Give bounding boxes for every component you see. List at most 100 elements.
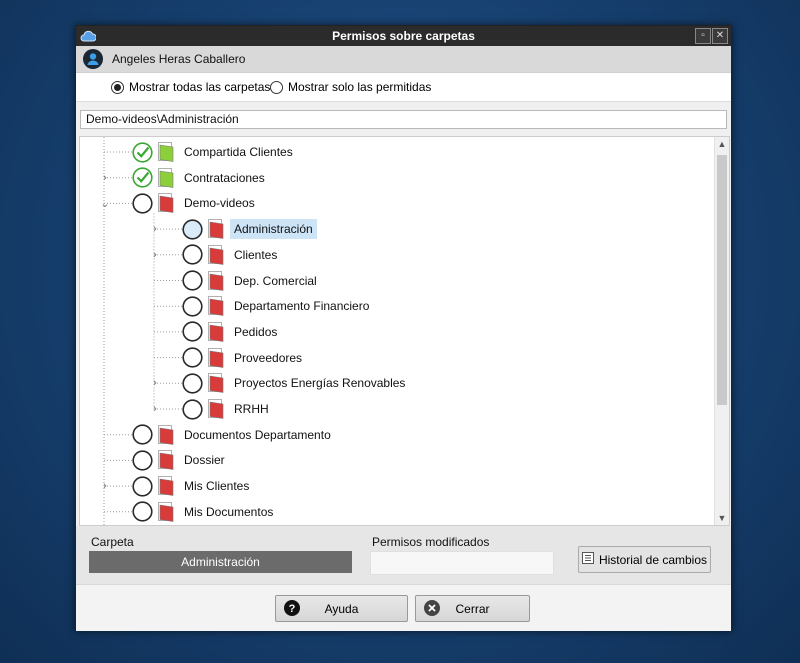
chevron-right-icon[interactable]: › [150, 403, 160, 415]
checked-circle-icon[interactable] [132, 141, 153, 163]
tree-item-label: Clientes [234, 247, 278, 262]
unchecked-circle-icon[interactable] [132, 475, 153, 497]
tree-item[interactable]: Pedidos [182, 320, 281, 344]
svg-text:?: ? [289, 603, 296, 615]
history-button-label: Historial de cambios [598, 552, 708, 567]
tree-item-label: RRHH [234, 402, 269, 416]
folder-icon [158, 193, 174, 214]
history-button[interactable]: Historial de cambios [578, 546, 711, 573]
radio-button[interactable] [270, 80, 283, 94]
radio-show-all[interactable]: Mostrar todas las carpetas [111, 80, 270, 94]
cancel-button[interactable]: Cerrar [415, 595, 530, 622]
tree-item[interactable]: Dep. Comercial [182, 269, 321, 293]
folder-icon [208, 321, 224, 342]
tree-item-label: Contrataciones [184, 170, 265, 185]
tree-item-label: Proyectos Energías Renovables [234, 376, 406, 391]
help-button[interactable]: ? Ayuda [275, 595, 408, 622]
tree-item[interactable]: › Mis Clientes [103, 474, 253, 498]
scroll-thumb[interactable] [717, 155, 727, 405]
unchecked-circle-icon[interactable] [182, 347, 203, 368]
tree-item[interactable]: Proveedores [182, 346, 306, 370]
scroll-down-icon[interactable]: ▼ [715, 511, 729, 525]
folder-icon [208, 373, 224, 394]
tree-item[interactable]: ⌄ Demo-videos [100, 191, 259, 215]
tree-item[interactable]: › Administración [153, 217, 317, 241]
user-name: Angeles Heras Caballero [112, 52, 246, 66]
maximize-button[interactable]: ▫ [695, 28, 711, 44]
tree-item[interactable]: › Contrataciones [103, 166, 269, 190]
tree-item[interactable]: › RRHH [153, 397, 273, 421]
folder-tree[interactable]: ▲ ▼ Compartida Clientes › Contrataciones ⌄ D… [79, 136, 730, 526]
tree-scrollbar[interactable]: ▲ ▼ [714, 137, 729, 525]
tree-item[interactable]: Documentos Departamento [132, 423, 335, 447]
tree-item[interactable]: Departamento Financiero [182, 294, 373, 318]
unchecked-circle-icon[interactable] [182, 373, 203, 394]
checked-circle-icon[interactable] [132, 167, 153, 188]
filter-options: Mostrar todas las carpetas Mostrar solo … [76, 73, 731, 102]
folder-icon [208, 244, 224, 265]
chevron-right-icon[interactable]: › [100, 480, 110, 492]
unchecked-circle-icon[interactable] [182, 296, 203, 317]
user-avatar-icon [83, 49, 103, 72]
folder-icon [158, 501, 174, 522]
radio-button-selected[interactable] [111, 80, 124, 94]
chevron-right-icon[interactable]: › [150, 249, 160, 261]
modified-permissions-value [370, 551, 554, 575]
tree-item-label: Documentos Departamento [184, 427, 331, 442]
unchecked-circle-icon[interactable] [182, 321, 203, 342]
folder-label: Carpeta [91, 535, 134, 549]
tree-item[interactable]: Dossier [132, 448, 229, 472]
help-icon: ? [284, 600, 300, 619]
folder-icon [208, 219, 224, 239]
folder-icon [208, 399, 224, 419]
close-window-button[interactable]: ✕ [712, 28, 728, 44]
title-bar[interactable]: Permisos sobre carpetas ▫ ✕ [76, 26, 731, 46]
tree-item-label: Administración [230, 219, 317, 240]
tree-item[interactable]: › Proyectos Energías Renovables [153, 371, 409, 395]
permissions-dialog: Permisos sobre carpetas ▫ ✕ Angeles Hera… [75, 25, 732, 631]
unchecked-circle-icon[interactable] [132, 424, 153, 445]
folder-icon [208, 296, 224, 317]
close-icon [424, 600, 440, 619]
tree-item-label: Compartida Clientes [184, 145, 293, 159]
folder-icon [208, 347, 224, 368]
tree-item-label: Pedidos [234, 324, 278, 339]
tree-item-label: Dossier [184, 453, 225, 468]
chevron-right-icon[interactable]: › [100, 172, 110, 184]
tree-item[interactable]: Mis Documentos [132, 500, 277, 524]
folder-icon [158, 167, 174, 188]
folder-icon [208, 270, 224, 291]
user-bar: Angeles Heras Caballero [76, 46, 731, 73]
chevron-down-icon[interactable]: ⌄ [100, 197, 110, 210]
radio-show-allowed[interactable]: Mostrar solo las permitidas [270, 80, 431, 94]
unchecked-circle-icon[interactable] [182, 398, 203, 420]
folder-icon [158, 142, 174, 162]
unchecked-circle-icon[interactable] [182, 244, 203, 265]
unchecked-circle-icon[interactable] [182, 218, 203, 240]
tree-item-label: Proveedores [234, 350, 303, 365]
radio-show-all-label: Mostrar todas las carpetas [129, 80, 271, 94]
chevron-right-icon[interactable]: › [150, 377, 160, 389]
chevron-right-icon[interactable]: › [150, 223, 160, 235]
tree-item[interactable]: › Clientes [153, 243, 281, 267]
unchecked-circle-icon[interactable] [132, 501, 153, 522]
tree-item-label: Mis Documentos [184, 504, 274, 519]
window-title: Permisos sobre carpetas [332, 29, 475, 43]
tree-item-label: Mis Clientes [184, 479, 250, 494]
tree-item-label: Departamento Financiero [234, 299, 370, 314]
unchecked-circle-icon[interactable] [132, 193, 153, 214]
tree-item-label: Dep. Comercial [234, 273, 317, 288]
modified-permissions-label: Permisos modificados [372, 535, 490, 549]
tree-item[interactable]: Compartida Clientes [132, 140, 297, 164]
selected-folder-value: Administración [89, 551, 352, 573]
radio-show-allowed-label: Mostrar solo las permitidas [288, 80, 432, 94]
tree-item-label: Demo-videos [184, 196, 255, 211]
folder-icon [158, 450, 174, 471]
folder-icon [158, 476, 174, 496]
unchecked-circle-icon[interactable] [182, 270, 203, 291]
folder-path-field[interactable]: Demo-videos\Administración [80, 110, 727, 129]
unchecked-circle-icon[interactable] [132, 450, 153, 471]
scroll-up-icon[interactable]: ▲ [715, 137, 729, 151]
list-icon [581, 552, 594, 567]
folder-icon [158, 424, 174, 445]
